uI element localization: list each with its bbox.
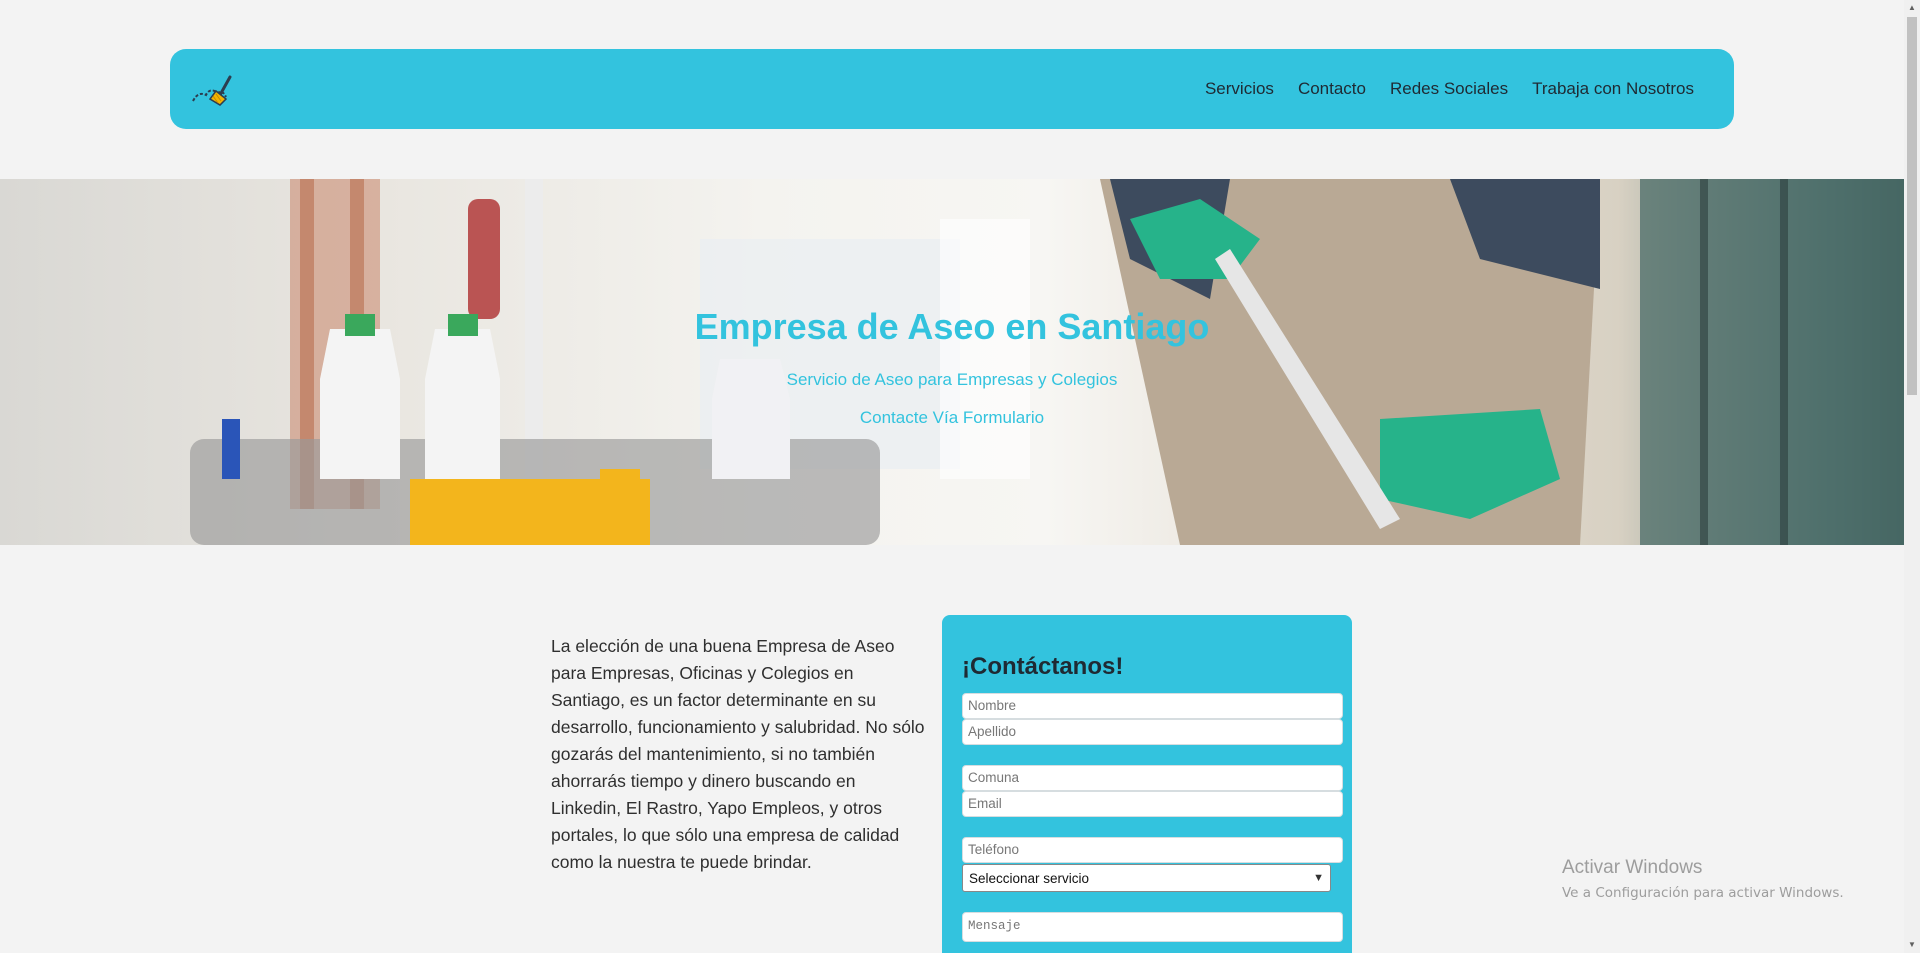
scroll-up-arrow-icon[interactable]: ▲ bbox=[1904, 0, 1920, 16]
broom-icon[interactable] bbox=[190, 69, 250, 109]
nav-link-trabaja-con-nosotros[interactable]: Trabaja con Nosotros bbox=[1532, 79, 1694, 99]
chevron-down-icon: ▼ bbox=[1313, 872, 1324, 884]
hero-contact-link[interactable]: Contacte Vía Formulario bbox=[0, 408, 1904, 428]
servicio-select[interactable]: Seleccionar servicio ▼ bbox=[962, 864, 1331, 892]
vertical-scrollbar[interactable]: ▲ ▼ bbox=[1904, 0, 1920, 953]
scroll-down-arrow-icon[interactable]: ▼ bbox=[1904, 937, 1920, 953]
nav-links: Servicios Contacto Redes Sociales Trabaj… bbox=[1205, 49, 1694, 129]
comuna-input[interactable]: Comuna bbox=[962, 765, 1343, 791]
mensaje-textarea[interactable]: Mensaje bbox=[962, 912, 1343, 942]
field-spacer bbox=[962, 892, 1344, 912]
watermark-title: Activar Windows bbox=[1562, 857, 1703, 878]
windows-activation-watermark: Activar Windows Ve a Configuración para … bbox=[1562, 857, 1844, 901]
email-input[interactable]: Email bbox=[962, 791, 1343, 817]
form-title: ¡Contáctanos! bbox=[962, 653, 1124, 680]
intro-paragraph: La elección de una buena Empresa de Aseo… bbox=[551, 636, 925, 872]
contact-form: ¡Contáctanos! Nombre Apellido Comuna Ema… bbox=[942, 615, 1352, 953]
nav-link-contacto[interactable]: Contacto bbox=[1298, 79, 1366, 99]
nombre-input[interactable]: Nombre bbox=[962, 693, 1343, 719]
watermark-subtitle: Ve a Configuración para activar Windows. bbox=[1562, 885, 1844, 901]
servicio-select-value: Seleccionar servicio bbox=[969, 870, 1090, 886]
scrollbar-thumb[interactable] bbox=[1907, 17, 1917, 395]
telefono-input[interactable]: Teléfono bbox=[962, 837, 1343, 863]
field-spacer bbox=[962, 745, 1344, 765]
hero-subtitle: Servicio de Aseo para Empresas y Colegio… bbox=[786, 370, 1118, 389]
hero-background-image bbox=[190, 179, 1904, 545]
apellido-input[interactable]: Apellido bbox=[962, 719, 1343, 745]
nav-link-servicios[interactable]: Servicios bbox=[1205, 79, 1274, 99]
page: Servicios Contacto Redes Sociales Trabaj… bbox=[0, 0, 1904, 953]
navbar: Servicios Contacto Redes Sociales Trabaj… bbox=[170, 49, 1734, 129]
nav-link-redes-sociales[interactable]: Redes Sociales bbox=[1390, 79, 1508, 99]
field-spacer bbox=[962, 817, 1344, 837]
hero-title: Empresa de Aseo en Santiago bbox=[694, 306, 1210, 347]
hero-banner: Empresa de Aseo en Santiago Servicio de … bbox=[0, 179, 1904, 545]
